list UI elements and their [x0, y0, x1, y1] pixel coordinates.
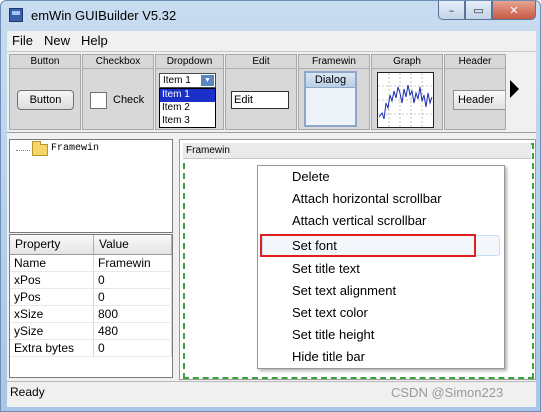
menu-item-set-font[interactable]: Set font: [292, 238, 337, 253]
menu-item-hide-title-bar[interactable]: Hide title bar: [292, 349, 365, 364]
property-value[interactable]: 0: [94, 340, 172, 356]
menu-help[interactable]: Help: [76, 31, 114, 50]
column-header-property[interactable]: Property: [10, 235, 94, 254]
context-menu: Delete Attach horizontal scrollbar Attac…: [257, 165, 505, 369]
client-area: File New Help Button Button Checkbox Che…: [7, 31, 536, 407]
property-value[interactable]: 0: [94, 289, 172, 305]
window-title: emWin GUIBuilder V5.32: [31, 8, 177, 23]
header-preview: Header: [453, 90, 505, 110]
tool-checkbox[interactable]: Checkbox Check: [82, 54, 154, 130]
property-value[interactable]: Framewin: [94, 255, 172, 271]
minimize-button[interactable]: –: [438, 1, 465, 20]
tool-graph-label: Graph: [372, 56, 442, 69]
dropdown-preview-option: Item 1: [160, 89, 215, 102]
widget-toolbar: Button Button Checkbox Check Dropdown It…: [7, 51, 536, 133]
menu-new[interactable]: New: [39, 31, 76, 50]
tool-dropdown-label: Dropdown: [156, 56, 223, 69]
tool-button-label: Button: [10, 56, 80, 69]
tool-framewin-label: Framewin: [299, 56, 369, 69]
chevron-down-icon: ▼: [201, 75, 214, 86]
property-row[interactable]: yPos 0: [10, 289, 172, 306]
title-bar[interactable]: emWin GUIBuilder V5.32 – ▭ ✕: [1, 1, 540, 31]
tool-header[interactable]: Header Header: [444, 54, 506, 130]
property-row[interactable]: Extra bytes 0: [10, 340, 172, 357]
menu-item-set-title-height[interactable]: Set title height: [292, 327, 374, 342]
framewin-preview-title: Dialog: [306, 73, 355, 88]
property-row[interactable]: xSize 800: [10, 306, 172, 323]
maximize-button[interactable]: ▭: [465, 1, 492, 20]
property-name: xPos: [10, 272, 94, 288]
menu-item-set-title-text[interactable]: Set title text: [292, 261, 360, 276]
tool-edit[interactable]: Edit Edit: [225, 54, 297, 130]
close-button[interactable]: ✕: [492, 1, 536, 20]
checkbox-preview: [90, 92, 107, 109]
property-name: Name: [10, 255, 94, 271]
dropdown-preview-list: Item 1 Item 2 Item 3: [159, 88, 216, 128]
dropdown-preview-option: Item 3: [162, 115, 190, 126]
menu-item-delete[interactable]: Delete: [292, 169, 330, 184]
property-value[interactable]: 480: [94, 323, 172, 339]
tool-button-preview: Button: [17, 90, 74, 110]
framewin-title-bar[interactable]: Framewin: [183, 143, 531, 159]
widget-tree: Framewin: [9, 139, 173, 233]
property-name: xSize: [10, 306, 94, 322]
tool-framewin[interactable]: Framewin Dialog: [298, 54, 370, 130]
tree-connector: [16, 150, 30, 151]
edit-preview: Edit: [231, 91, 289, 109]
menu-bar: File New Help: [7, 31, 536, 50]
graph-icon: [377, 72, 434, 128]
tool-graph[interactable]: Graph: [371, 54, 443, 130]
status-bar: Ready CSDN @Simon223: [7, 381, 536, 407]
folder-icon: [32, 141, 48, 156]
toolbar-scroll-right-icon[interactable]: [510, 80, 519, 98]
watermark: CSDN @Simon223: [391, 385, 504, 400]
tool-checkbox-label: Checkbox: [83, 56, 153, 69]
property-value[interactable]: 0: [94, 272, 172, 288]
app-window: emWin GUIBuilder V5.32 – ▭ ✕ File New He…: [0, 0, 541, 412]
menu-file[interactable]: File: [7, 31, 39, 50]
tool-dropdown[interactable]: Dropdown Item 1 ▼ Item 1 Item 2 Item 3: [155, 54, 224, 130]
property-name: yPos: [10, 289, 94, 305]
menu-item-attach-vscroll[interactable]: Attach vertical scrollbar: [292, 213, 426, 228]
app-icon: [9, 8, 23, 22]
tool-button[interactable]: Button Button: [9, 54, 81, 130]
framewin-preview: Dialog: [304, 71, 357, 127]
status-text: Ready: [10, 385, 45, 399]
property-row[interactable]: xPos 0: [10, 272, 172, 289]
menu-item-set-text-alignment[interactable]: Set text alignment: [292, 283, 396, 298]
dropdown-preview-option: Item 2: [162, 102, 190, 113]
property-header: Property Value: [10, 235, 172, 255]
dropdown-preview-value: Item 1: [163, 75, 191, 86]
property-panel: Property Value Name Framewin xPos 0 yPos…: [9, 234, 173, 378]
property-row[interactable]: Name Framewin: [10, 255, 172, 272]
dropdown-preview: Item 1 ▼: [159, 73, 216, 88]
column-header-value[interactable]: Value: [94, 235, 172, 254]
tool-header-label: Header: [445, 56, 505, 69]
property-value[interactable]: 800: [94, 306, 172, 322]
tool-edit-label: Edit: [226, 56, 296, 69]
tree-item-framewin[interactable]: Framewin: [51, 143, 99, 154]
property-name: Extra bytes: [10, 340, 94, 356]
menu-item-attach-hscroll[interactable]: Attach horizontal scrollbar: [292, 191, 442, 206]
checkbox-preview-caption: Check: [113, 94, 145, 106]
property-row[interactable]: ySize 480: [10, 323, 172, 340]
menu-item-set-text-color[interactable]: Set text color: [292, 305, 368, 320]
property-name: ySize: [10, 323, 94, 339]
